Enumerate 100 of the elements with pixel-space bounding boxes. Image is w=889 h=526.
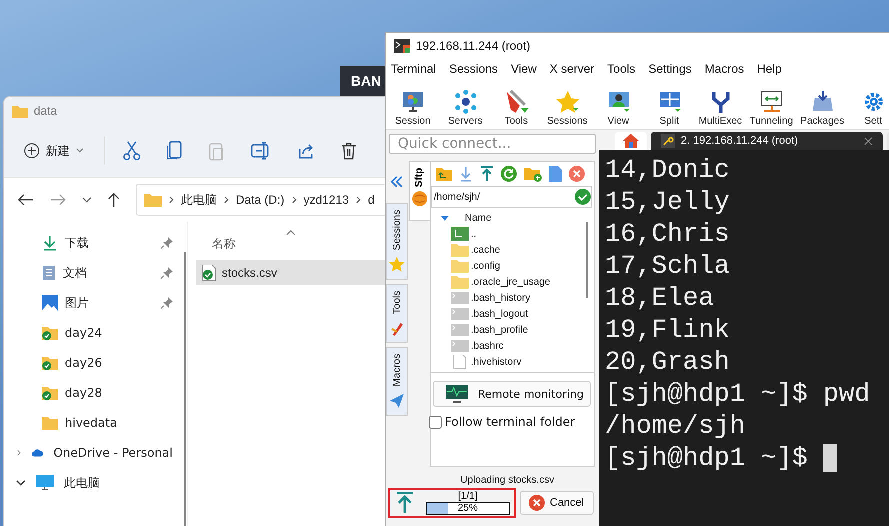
toolbar-button[interactable]: Sett [848,90,889,127]
toolbar-button[interactable]: Sessions [542,90,593,127]
chevron-right-icon [292,196,297,204]
terminal-line: [sjh@hdp1 ~]$ [605,442,809,474]
terminal-line: 16,Chris [605,218,730,250]
menu-item[interactable]: View [511,62,537,76]
side-tab[interactable]: Macros [386,346,408,416]
desktop-banner: BAN [340,66,385,96]
delete-icon[interactable] [341,142,357,160]
nav-item[interactable]: 此电脑 [4,468,187,498]
copy-icon[interactable] [167,141,183,161]
file-row[interactable]: .config [431,258,594,274]
toolbar-button[interactable]: Servers [440,90,491,127]
remote-monitoring-button[interactable]: Remote monitoring [433,381,591,407]
menu-item[interactable]: Tools [608,62,636,76]
nav-label: day26 [65,356,104,370]
menu-item[interactable]: Macros [704,62,744,76]
file-row[interactable]: .oracle_jre_usage [431,274,594,290]
progress-percent: 25% [458,504,478,514]
menu-item[interactable]: Terminal [391,62,436,76]
terminal-line: 14,Donic [605,154,730,186]
cancel-button[interactable]: Cancel [520,491,594,515]
terminal-screen[interactable]: 14,Donic 15,Jelly 16,Chris 17,Schla 18,Elea 19,Flink 20,Grash [sjh@hdp1 ~]$ pwd /home/sjh [sjh@hdp1 ~]$ [599,150,889,526]
synced-folder-icon [42,326,58,340]
address-bar[interactable]: 此电脑 Data (D:) yzd1213 d [136,184,385,216]
breadcrumb-item[interactable]: Data (D:) [236,193,285,207]
file-row[interactable]: .bash_logout [431,306,594,322]
breadcrumb-item[interactable]: d [368,193,375,207]
back-icon[interactable] [18,194,34,206]
chevron-down-icon[interactable] [82,197,92,203]
path-field[interactable]: /home/sjh/ [431,186,592,208]
new-button[interactable]: 新建 [22,138,86,164]
collapse-icon[interactable] [390,175,404,189]
toolbar-button[interactable]: View [593,90,644,127]
follow-terminal-checkbox[interactable] [429,416,442,428]
new-folder-icon[interactable] [524,166,542,182]
column-header[interactable]: 名称 [212,236,236,253]
file-row[interactable]: stocks.csv [196,260,385,285]
upload-icon[interactable] [480,166,494,182]
close-icon[interactable] [864,136,874,146]
chevron-down-icon[interactable] [16,478,26,488]
toolbar-button[interactable]: Tools [491,90,542,127]
rename-icon[interactable] [251,142,271,160]
parent-folder-icon[interactable] [436,167,452,181]
scissors-icon[interactable] [123,141,141,161]
file-row[interactable]: .cache [431,242,594,258]
terminal-tab[interactable] [615,132,647,150]
document-icon [42,265,56,281]
download-icon[interactable] [459,166,473,182]
breadcrumb-item[interactable]: yzd1213 [304,193,350,207]
terminal-tab[interactable]: 2. 192.168.11.244 (root) [651,132,884,150]
sftp-tab[interactable]: Sftp [408,161,430,221]
nav-item[interactable]: day28 [4,378,187,408]
chevron-right-icon [356,196,362,204]
column-header[interactable]: Name [465,213,492,224]
monitor-icon [400,90,426,114]
nav-item[interactable]: OneDrive - Personal [4,438,187,468]
menu-item[interactable]: Help [757,62,782,76]
close-icon [529,495,545,511]
share-icon[interactable] [297,142,315,160]
plus-icon [24,143,40,159]
home-icon [623,134,639,148]
toolbar-button[interactable]: MultiExec [695,90,746,127]
file-row[interactable]: .. [431,226,594,242]
file-row[interactable]: .hivehistorv [431,354,594,370]
menu-item[interactable]: Settings [648,62,692,76]
side-tab[interactable]: Sessions [386,203,408,280]
menu-item[interactable]: X server [550,62,595,76]
breadcrumb-item[interactable]: 此电脑 [181,192,217,208]
star-icon [554,90,580,114]
nav-item[interactable]: day24 [4,318,187,348]
nav-item[interactable]: day26 [4,348,187,378]
refresh-icon[interactable] [501,166,517,182]
nav-item[interactable]: 文档 [4,258,187,288]
nav-item[interactable]: hivedata [4,408,187,438]
nav-item[interactable]: 下载 [4,228,187,258]
nav-label: 下载 [65,234,90,252]
picture-icon [42,295,58,311]
file-row[interactable]: .bashrc [431,338,594,354]
csv-file-icon [202,264,216,280]
window-title: data [34,104,58,118]
checkmark-icon[interactable] [575,189,591,205]
chevron-right-icon[interactable] [16,448,22,458]
quick-connect-field[interactable]: Quick connect... [389,134,596,154]
side-tab[interactable]: Tools [386,284,408,343]
toolbar-button[interactable]: Split [644,90,695,127]
toolbar-button[interactable]: Tunneling [746,90,797,127]
key-icon [661,134,675,148]
file-row[interactable]: .bash_profile [431,322,594,338]
toolbar-button[interactable]: Packages [797,90,848,127]
terminal-line: /home/sjh [605,410,746,442]
menu-item[interactable]: Sessions [449,62,498,76]
new-file-icon[interactable] [549,166,562,182]
script-file-icon [451,323,469,337]
up-arrow-icon[interactable] [108,192,120,208]
paper-plane-icon [389,392,406,409]
file-row[interactable]: .bash_history [431,290,594,306]
toolbar-button[interactable]: Session [386,90,440,127]
nav-item[interactable]: 图片 [4,288,187,318]
nav-label: day24 [65,326,104,340]
